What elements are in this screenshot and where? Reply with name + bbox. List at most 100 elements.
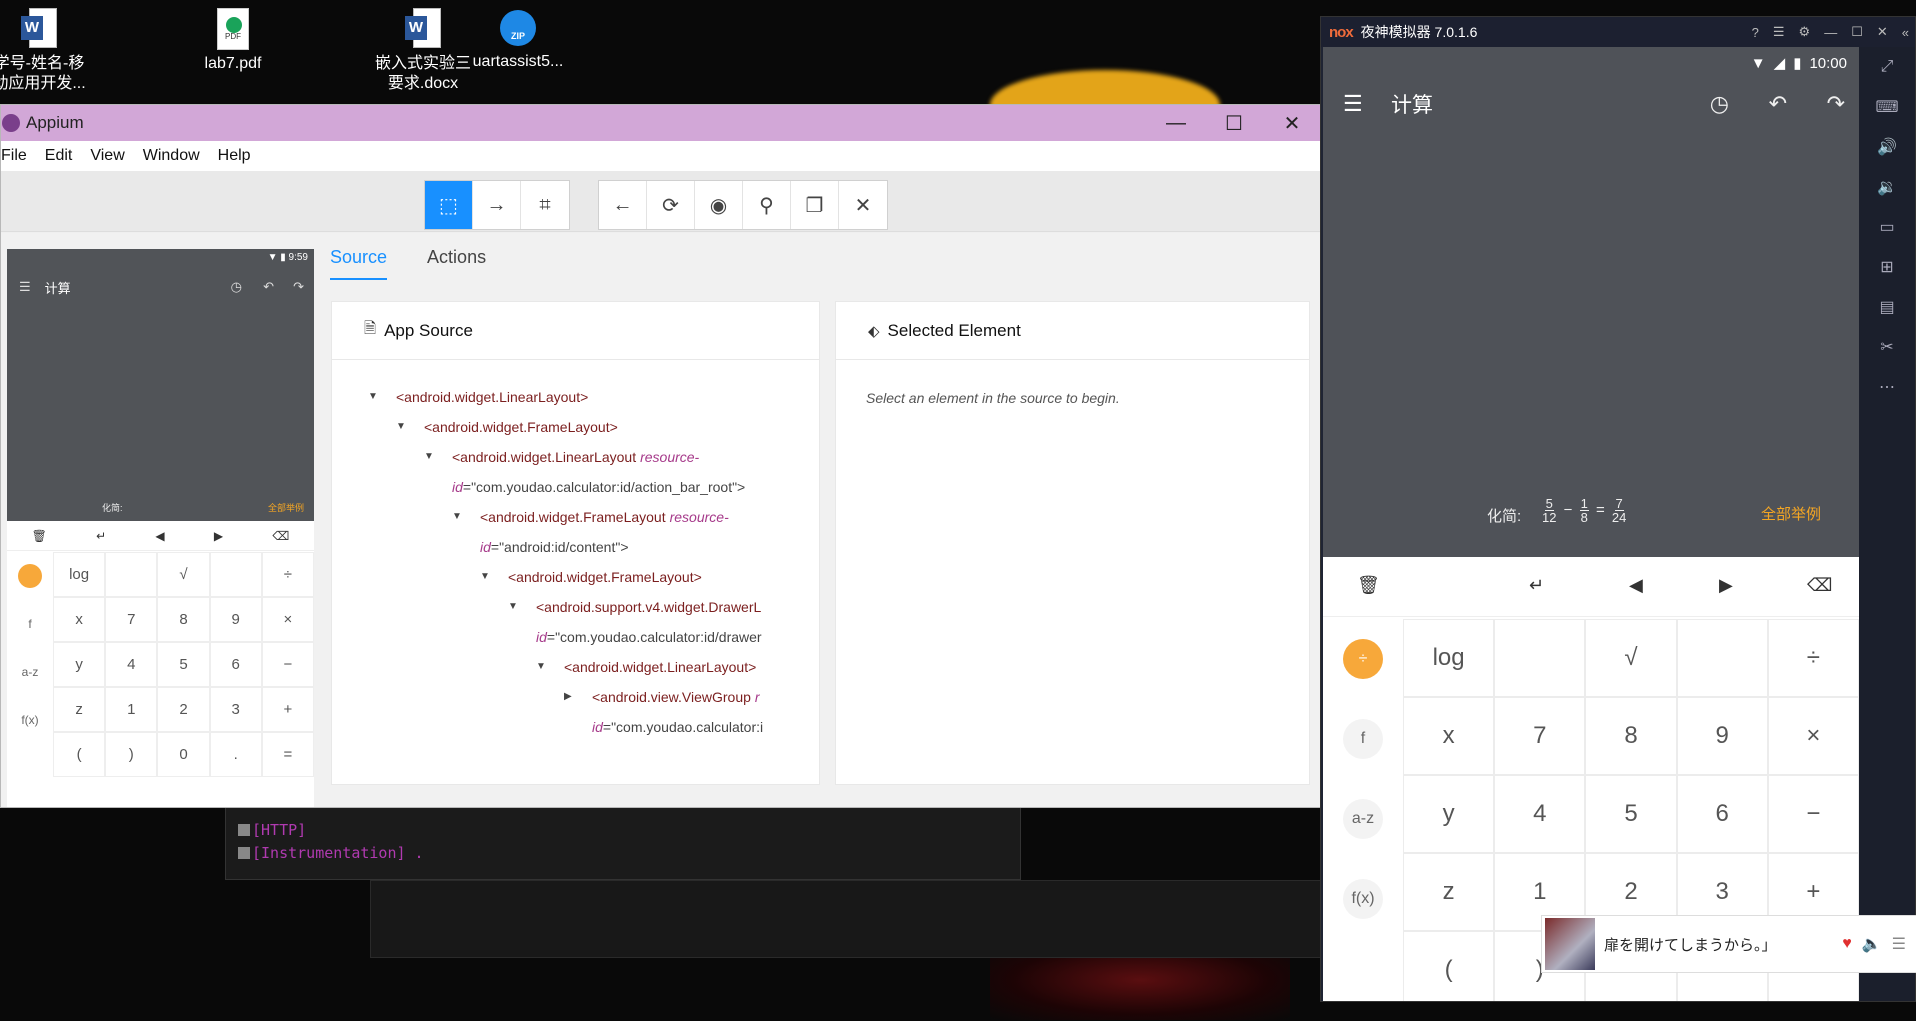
- desktop-icon-word-doc[interactable]: W 学号-姓名-移 动应用开发...: [0, 8, 94, 94]
- scissors-icon[interactable]: ✂: [1859, 327, 1915, 367]
- back-button[interactable]: ←: [599, 181, 647, 229]
- desktop-icon-word-docx[interactable]: W 嵌入式实验三 要求.docx: [368, 8, 478, 94]
- close-button[interactable]: ✕: [1263, 105, 1321, 141]
- refresh-button[interactable]: ⟳: [647, 181, 695, 229]
- source-tree-node[interactable]: ▼ <android.widget.FrameLayout>: [332, 562, 819, 592]
- menu-icon[interactable]: ☰: [1773, 24, 1785, 40]
- calc-key[interactable]: y: [1403, 775, 1495, 853]
- calc-key[interactable]: 5: [1585, 775, 1677, 853]
- calc-key[interactable]: 6: [1676, 775, 1768, 853]
- calc-key[interactable]: ÷: [1767, 619, 1859, 697]
- minimize-button[interactable]: —: [1147, 105, 1205, 141]
- calc-key[interactable]: ): [105, 732, 158, 777]
- calc-key[interactable]: 7: [1494, 697, 1586, 775]
- calc-key[interactable]: 3: [209, 687, 262, 732]
- source-tree-node[interactable]: ▼ <android.widget.LinearLayout>: [332, 652, 819, 682]
- more-icon[interactable]: ⋯: [1859, 367, 1915, 407]
- calc-key[interactable]: 2: [157, 687, 210, 732]
- volume-down-icon[interactable]: 🔉: [1859, 167, 1915, 207]
- music-notification[interactable]: 扉を開けてしまうから。」 ♥ 🔈 ☰: [1541, 915, 1916, 973]
- calc-key[interactable]: [209, 552, 262, 597]
- source-tree-node[interactable]: ▼ <android.widget.FrameLayout resource-: [332, 502, 819, 532]
- calc-key[interactable]: −: [1767, 775, 1859, 853]
- menu-help[interactable]: Help: [218, 147, 261, 165]
- heart-icon[interactable]: ♥: [1842, 935, 1852, 953]
- source-tree-node[interactable]: ▼ <android.widget.FrameLayout>: [332, 412, 819, 442]
- calc-key[interactable]: ×: [1767, 697, 1859, 775]
- left-arrow-icon[interactable]: ◀: [1629, 575, 1643, 596]
- expand-caret-icon[interactable]: ▼: [396, 412, 406, 442]
- tap-coordinates-mode-button[interactable]: ⌗: [521, 181, 569, 229]
- menu-view[interactable]: View: [90, 147, 134, 165]
- calc-key[interactable]: x: [53, 597, 106, 642]
- screen-icon[interactable]: ▭: [1859, 207, 1915, 247]
- calc-key[interactable]: 1: [105, 687, 158, 732]
- right-arrow-icon[interactable]: ▶: [1719, 575, 1733, 596]
- enter-icon[interactable]: ↵: [1529, 575, 1544, 596]
- maximize-button[interactable]: ☐: [1205, 105, 1263, 141]
- nox-emulator-window[interactable]: nox 夜神模拟器 7.0.1.6 ? ☰ ⚙ — ☐ ✕ « ▼ ◢ ▮ 10…: [1320, 16, 1916, 1002]
- expand-caret-icon[interactable]: ▼: [508, 592, 518, 622]
- collapse-sidebar-icon[interactable]: «: [1902, 25, 1909, 40]
- history-icon[interactable]: ◷: [1710, 91, 1729, 117]
- maximize-button[interactable]: ☐: [1851, 24, 1863, 40]
- calc-key[interactable]: 6: [209, 642, 262, 687]
- volume-up-icon[interactable]: 🔊: [1859, 127, 1915, 167]
- calc-key[interactable]: 8: [157, 597, 210, 642]
- calc-key[interactable]: z: [53, 687, 106, 732]
- expand-caret-icon[interactable]: ▶: [564, 682, 572, 712]
- function-mode-button[interactable]: f: [1343, 719, 1383, 759]
- calc-key[interactable]: 4: [105, 642, 158, 687]
- calc-key[interactable]: z: [1403, 853, 1495, 931]
- swipe-mode-button[interactable]: →: [473, 181, 521, 229]
- calc-key[interactable]: =: [261, 732, 314, 777]
- calc-key[interactable]: 5: [157, 642, 210, 687]
- close-button[interactable]: ✕: [1877, 24, 1888, 40]
- add-apk-icon[interactable]: ⊞: [1859, 247, 1915, 287]
- calc-key[interactable]: .: [209, 732, 262, 777]
- fullscreen-icon[interactable]: ⤢: [1859, 47, 1915, 87]
- calc-key[interactable]: 8: [1585, 697, 1677, 775]
- expand-caret-icon[interactable]: ▼: [424, 442, 434, 472]
- calc-key[interactable]: (: [1403, 931, 1495, 1001]
- all-examples-link[interactable]: 全部举例: [1761, 503, 1821, 524]
- calc-key[interactable]: √: [157, 552, 210, 597]
- background-terminal-window[interactable]: [370, 880, 1322, 958]
- hamburger-menu-icon[interactable]: ☰: [1343, 91, 1363, 117]
- tab-actions[interactable]: Actions: [427, 247, 486, 280]
- calc-key[interactable]: 4: [1494, 775, 1586, 853]
- source-tree-node[interactable]: ▼ <android.support.v4.widget.DrawerL: [332, 592, 819, 622]
- operator-mode-button[interactable]: ÷: [1343, 639, 1383, 679]
- calc-key[interactable]: 9: [1676, 697, 1768, 775]
- expand-caret-icon[interactable]: ▼: [452, 502, 462, 532]
- calc-key[interactable]: −: [261, 642, 314, 687]
- menu-file[interactable]: File: [1, 147, 37, 165]
- calc-key[interactable]: [1676, 619, 1768, 697]
- volume-icon[interactable]: 🔈: [1862, 934, 1882, 954]
- select-elements-mode-button[interactable]: ⬚: [425, 181, 473, 229]
- copy-xml-button[interactable]: ❐: [791, 181, 839, 229]
- android-screen[interactable]: ▼ ◢ ▮ 10:00 ☰ 计算 ◷ ↶ ↷ 化简: 5 12 − 18 = 72…: [1323, 47, 1859, 1001]
- menu-edit[interactable]: Edit: [45, 147, 83, 165]
- menu-window[interactable]: Window: [143, 147, 210, 165]
- calc-key[interactable]: log: [53, 552, 106, 597]
- device-screenshot-preview[interactable]: ▼ ▮ 9:59 ☰ 计算 ◷ ↶ ↷ 化简: 全部举例 🗑 ↵ ◀ ▶ ⌫ f…: [7, 249, 314, 807]
- undo-icon[interactable]: ↶: [1769, 91, 1787, 117]
- window-titlebar[interactable]: Appium — ☐ ✕: [1, 105, 1321, 141]
- calc-key[interactable]: [1494, 619, 1586, 697]
- minimize-button[interactable]: —: [1824, 25, 1837, 40]
- source-tree-node[interactable]: ▶ <android.view.ViewGroup r: [332, 682, 819, 712]
- calc-key[interactable]: +: [261, 687, 314, 732]
- fx-mode-button[interactable]: f(x): [1343, 879, 1383, 919]
- calc-key[interactable]: ×: [261, 597, 314, 642]
- expand-caret-icon[interactable]: ▼: [480, 562, 490, 592]
- backspace-icon[interactable]: ⌫: [1807, 575, 1832, 596]
- trash-icon[interactable]: 🗑: [1357, 575, 1380, 596]
- variable-mode-button[interactable]: a-z: [1343, 799, 1383, 839]
- desktop-icon-zip[interactable]: ZIP uartassist5...: [463, 8, 573, 72]
- calc-key[interactable]: 0: [157, 732, 210, 777]
- calc-key[interactable]: x: [1403, 697, 1495, 775]
- help-icon[interactable]: ?: [1752, 25, 1759, 40]
- show-recorder-eye-button[interactable]: ◉: [695, 181, 743, 229]
- calc-key[interactable]: √: [1585, 619, 1677, 697]
